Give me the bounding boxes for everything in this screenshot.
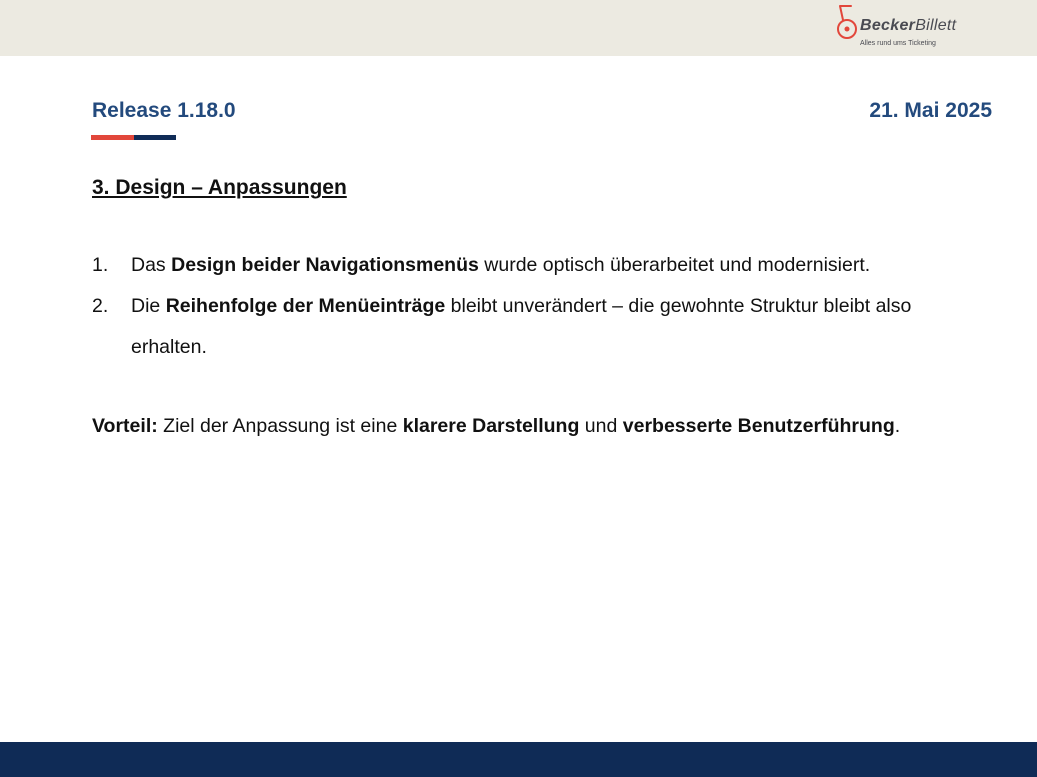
accent-bar-red [91,135,134,140]
top-bar: BeckerBillett Alles rund ums Ticketing [0,0,1037,56]
item-text-pre: Das [131,254,172,276]
advantage-text: Ziel der Anpassung ist eine [157,415,403,437]
list-item: 1. Das Design beider Navigationsmenüs wu… [92,245,972,286]
accent-bar-blue [134,135,176,140]
advantage-text: und [579,415,623,437]
advantage-text: . [894,415,901,437]
advantage-paragraph: Vorteil: Ziel der Anpassung ist eine kla… [92,410,1012,442]
brand-logo: BeckerBillett Alles rund ums Ticketing [836,4,996,52]
advantage-bold: verbesserte Benutzerführung [622,415,895,437]
logo-wordmark: BeckerBillett [860,17,957,34]
footer-bar [0,742,1037,777]
list-number: 2. [92,295,109,317]
section-heading: 3. Design – Anpassungen [92,176,347,199]
item-text-bold: Design beider Navigationsmenüs [171,254,479,276]
release-date: 21. Mai 2025 [869,99,992,122]
item-text-pre: Die [131,295,166,317]
release-title: Release 1.18.0 [92,99,236,122]
item-text-post: wurde optisch überarbeitet und modernisi… [478,254,871,276]
list-number: 1. [92,254,109,276]
advantage-bold: klarere Darstellung [402,415,580,437]
advantage-label: Vorteil: [92,415,158,437]
numbered-list: 1. Das Design beider Navigationsmenüs wu… [92,245,972,368]
logo-tagline: Alles rund ums Ticketing [860,40,936,47]
item-text-bold: Reihenfolge der Menüeinträge [165,295,446,317]
list-item: 2. Die Reihenfolge der Menüeinträge blei… [92,286,972,368]
